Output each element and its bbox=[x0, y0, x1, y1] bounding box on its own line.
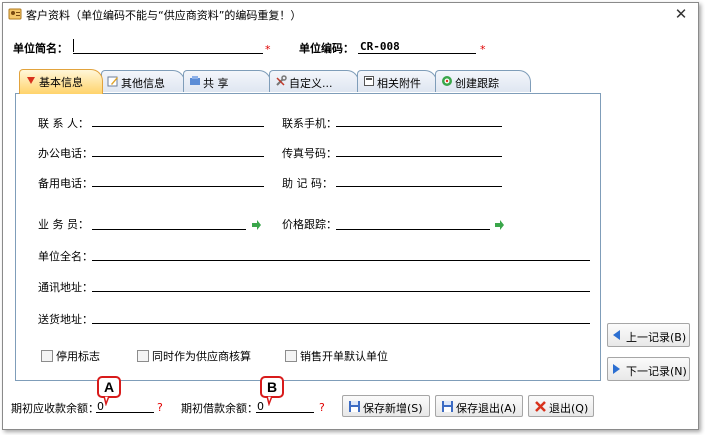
unit-name-label: 单位简名： bbox=[13, 42, 68, 55]
fax-input[interactable] bbox=[336, 156, 502, 157]
save-exit-label: 保存退出(A) bbox=[456, 402, 517, 415]
app-icon bbox=[8, 8, 22, 20]
callout-b-tail bbox=[266, 396, 273, 406]
customer-info-window: 客户资料（单位编码不能与“供应商资料”的编码重复！） ✕ 单位简名： * 单位编… bbox=[2, 2, 699, 430]
basic-info-panel: 联 系 人： 联系手机： 办公电话： 传真号码： 备用电话： 助 记 码： 业 … bbox=[15, 93, 601, 381]
tab-attachments-label: 相关附件 bbox=[377, 77, 421, 90]
unit-code-input[interactable]: CR-008 bbox=[360, 40, 400, 53]
office-phone-input[interactable] bbox=[92, 156, 264, 157]
price-tracking-select-icon[interactable] bbox=[494, 220, 504, 230]
mnemonic-label: 助 记 码： bbox=[282, 177, 333, 190]
receivable-help-mark: ? bbox=[157, 401, 163, 414]
left-arrow-icon bbox=[613, 330, 620, 340]
delivery-address-input[interactable] bbox=[92, 323, 590, 324]
tab-basic-info[interactable]: 基本信息 bbox=[19, 69, 103, 94]
save-new-label: 保存新增(S) bbox=[363, 402, 423, 415]
full-name-input[interactable] bbox=[92, 260, 590, 261]
save-exit-button[interactable]: 保存退出(A) bbox=[435, 395, 523, 417]
price-tracking-label: 价格跟踪： bbox=[282, 218, 337, 231]
tab-share-label: 共 享 bbox=[203, 77, 229, 90]
receivable-underline bbox=[96, 412, 154, 413]
prev-record-button[interactable]: 上一记录(B) bbox=[607, 323, 690, 347]
tab-custom-label: 自定义... bbox=[289, 77, 333, 90]
price-tracking-input[interactable] bbox=[336, 229, 490, 230]
close-x-icon bbox=[535, 401, 546, 412]
office-phone-label: 办公电话： bbox=[38, 147, 93, 160]
next-record-button[interactable]: 下一记录(N) bbox=[607, 357, 690, 381]
disabled-checkbox[interactable] bbox=[41, 350, 53, 362]
save-new-button[interactable]: 保存新增(S) bbox=[342, 395, 430, 417]
receivable-label: 期初应收款余额： bbox=[11, 402, 99, 415]
window-title: 客户资料（单位编码不能与“供应商资料”的编码重复！） bbox=[26, 9, 302, 22]
red-arrow-icon bbox=[27, 77, 35, 84]
tab-share[interactable]: 共 享 bbox=[183, 70, 271, 92]
tab-create-tracking-label: 创建跟踪 bbox=[455, 77, 499, 90]
tracking-icon bbox=[442, 76, 452, 86]
tab-basic-info-label: 基本信息 bbox=[39, 76, 83, 89]
borrow-label: 期初借款余额： bbox=[181, 402, 258, 415]
tab-other-info-label: 其他信息 bbox=[121, 77, 165, 90]
salesman-select-icon[interactable] bbox=[251, 220, 261, 230]
mobile-input[interactable] bbox=[336, 126, 502, 127]
close-button[interactable]: ✕ bbox=[672, 5, 690, 23]
default-sales-checkbox-label: 销售开单默认单位 bbox=[300, 350, 388, 363]
text-cursor bbox=[73, 39, 74, 52]
fax-label: 传真号码： bbox=[282, 147, 337, 160]
borrow-help-mark: ? bbox=[319, 401, 325, 414]
borrow-underline bbox=[256, 412, 314, 413]
as-supplier-checkbox[interactable] bbox=[137, 350, 149, 362]
tab-custom[interactable]: 自定义... bbox=[269, 70, 359, 92]
unit-code-required-mark: * bbox=[480, 43, 486, 56]
callout-b: B bbox=[260, 376, 284, 398]
full-name-label: 单位全名： bbox=[38, 250, 93, 263]
unit-name-input[interactable] bbox=[73, 53, 263, 54]
save-new-icon bbox=[349, 401, 360, 412]
disabled-checkbox-label: 停用标志 bbox=[56, 350, 100, 363]
unit-name-required-mark: * bbox=[265, 43, 271, 56]
unit-code-label: 单位编码： bbox=[299, 42, 354, 55]
backup-phone-input[interactable] bbox=[92, 186, 264, 187]
callout-a: A bbox=[97, 376, 121, 398]
tools-icon bbox=[276, 75, 287, 86]
mobile-label: 联系手机： bbox=[282, 117, 337, 130]
address-label: 通讯地址： bbox=[38, 281, 93, 294]
right-arrow-icon bbox=[613, 364, 620, 374]
exit-label: 退出(Q) bbox=[549, 402, 589, 415]
tab-other-info[interactable]: 其他信息 bbox=[101, 70, 185, 92]
share-icon bbox=[190, 76, 200, 85]
delivery-address-label: 送货地址： bbox=[38, 313, 93, 326]
title-bar: 客户资料（单位编码不能与“供应商资料”的编码重复！） ✕ bbox=[3, 3, 698, 25]
contact-input[interactable] bbox=[92, 126, 264, 127]
save-exit-icon bbox=[442, 401, 453, 412]
edit-icon bbox=[107, 76, 118, 87]
salesman-label: 业 务 员： bbox=[38, 218, 89, 231]
as-supplier-checkbox-label: 同时作为供应商核算 bbox=[152, 350, 251, 363]
attachment-icon bbox=[364, 76, 374, 86]
contact-label: 联 系 人： bbox=[38, 117, 89, 130]
exit-button[interactable]: 退出(Q) bbox=[528, 395, 594, 417]
mnemonic-input[interactable] bbox=[336, 186, 502, 187]
address-input[interactable] bbox=[92, 291, 590, 292]
tab-create-tracking[interactable]: 创建跟踪 bbox=[435, 70, 531, 92]
backup-phone-label: 备用电话： bbox=[38, 177, 93, 190]
tab-attachments[interactable]: 相关附件 bbox=[357, 70, 437, 92]
callout-a-tail bbox=[103, 396, 110, 406]
salesman-input[interactable] bbox=[92, 229, 246, 230]
prev-record-label: 上一记录(B) bbox=[626, 331, 687, 344]
unit-code-underline bbox=[358, 53, 476, 54]
next-record-label: 下一记录(N) bbox=[626, 365, 687, 378]
default-sales-checkbox[interactable] bbox=[285, 350, 297, 362]
